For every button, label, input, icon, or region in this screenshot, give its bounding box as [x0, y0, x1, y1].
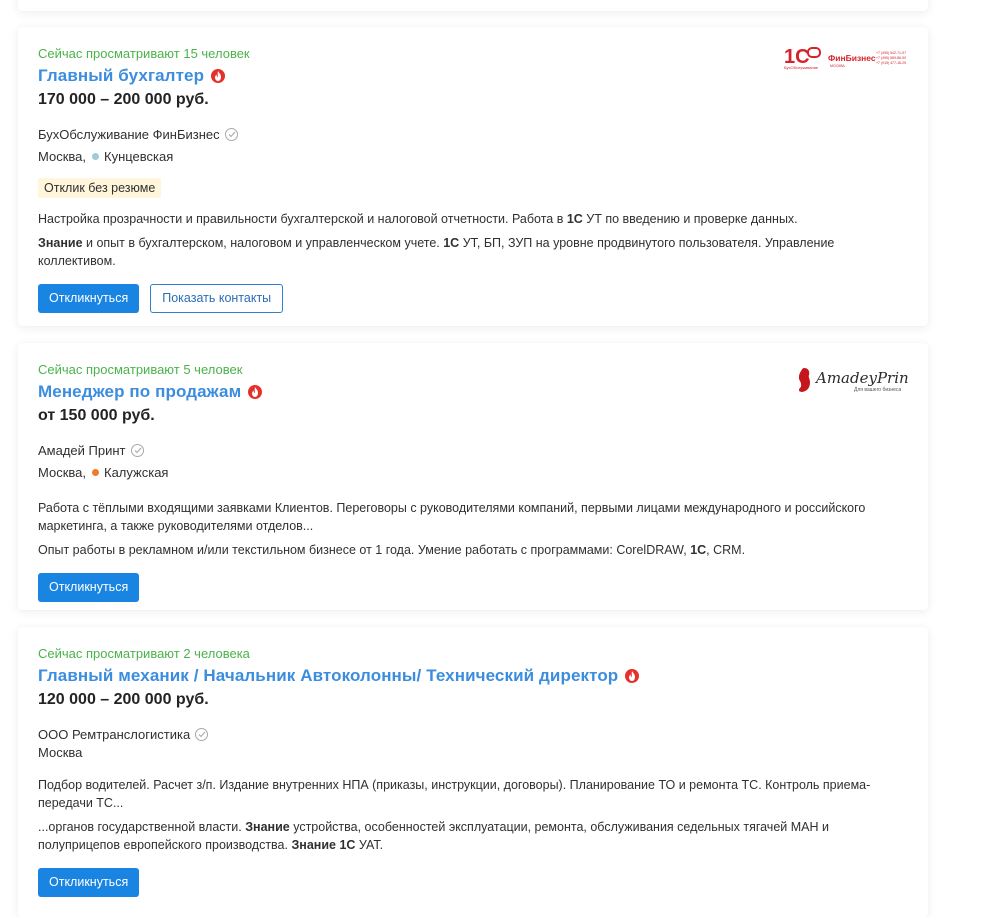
vacancy-card: Сейчас просматривают 15 человек Главный … — [18, 27, 928, 326]
fire-icon — [211, 69, 226, 83]
city: Москва, — [38, 149, 86, 164]
description-requirement: ...органов государственной власти. Знани… — [38, 820, 829, 852]
viewers-count: Сейчас просматривают 2 человека — [38, 646, 250, 661]
vacancy-title[interactable]: Менеджер по продажам — [38, 382, 241, 402]
respond-button[interactable]: Откликнуться — [38, 573, 140, 602]
show-contacts-button[interactable]: Показать контакты — [150, 284, 284, 313]
vacancy-description: Настройка прозрачности и правильности бу… — [38, 210, 908, 270]
svg-text:AmadeyPrint: AmadeyPrint — [814, 369, 908, 387]
description-responsibility: Работа с тёплыми входящими заявками Клие… — [38, 501, 866, 533]
svg-text:ФинБизнес: ФинБизнес — [828, 53, 876, 63]
viewers-count: Сейчас просматривают 5 человек — [38, 362, 243, 377]
verified-check-icon — [130, 444, 144, 457]
metro-station: Кунцевская — [104, 149, 174, 164]
svg-text:Для вашего бизнеса: Для вашего бизнеса — [854, 387, 901, 393]
company-name[interactable]: Амадей Принт — [38, 443, 126, 458]
description-requirement: Опыт работы в рекламном и/или текстильно… — [38, 543, 746, 557]
respond-button[interactable]: Откликнуться — [38, 868, 140, 897]
svg-text:БухОбслуживание: БухОбслуживание — [784, 65, 819, 70]
metro-dot-icon — [92, 469, 99, 476]
svg-text:+7 (495) 542-71-97: +7 (495) 542-71-97 — [876, 51, 906, 55]
fire-icon — [248, 385, 263, 399]
svg-text:МОСКВА: МОСКВА — [830, 64, 845, 68]
company-logo[interactable]: 1С БухОбслуживание ФинБизнес МОСКВА +7 (… — [784, 44, 908, 75]
metro-dot-icon — [92, 153, 99, 160]
city: Москва — [38, 745, 83, 760]
previous-vacancy-card — [18, 0, 928, 11]
description-requirement: Знание и опыт в бухгалтерском, налоговом… — [38, 236, 835, 268]
company-logo[interactable]: AmadeyPrint Для вашего бизнеса — [796, 365, 916, 400]
vacancy-description: Работа с тёплыми входящими заявками Клие… — [38, 499, 908, 559]
respond-button[interactable]: Откликнуться — [38, 284, 140, 313]
no-resume-badge: Отклик без резюме — [38, 178, 162, 198]
company-name[interactable]: БухОбслуживание ФинБизнес — [38, 127, 220, 142]
metro-station: Калужская — [104, 465, 169, 480]
salary: от 150 000 руб. — [38, 407, 155, 424]
vacancy-card: Сейчас просматривают 2 человека Главный … — [18, 627, 928, 917]
vacancy-title[interactable]: Главный механик / Начальник Автоколонны/… — [38, 666, 618, 686]
vacancy-card: Сейчас просматривают 5 человек Менеджер … — [18, 343, 928, 610]
vacancy-title[interactable]: Главный бухгалтер — [38, 66, 204, 86]
description-responsibility: Подбор водителей. Расчет з/п. Издание вн… — [38, 778, 871, 810]
city: Москва, — [38, 465, 86, 480]
verified-check-icon — [224, 128, 238, 141]
salary: 170 000 – 200 000 руб. — [38, 91, 209, 108]
salary: 120 000 – 200 000 руб. — [38, 691, 209, 708]
description-responsibility: Настройка прозрачности и правильности бу… — [38, 212, 798, 226]
svg-text:+7 (915) 477-18-25: +7 (915) 477-18-25 — [876, 61, 906, 65]
company-name[interactable]: ООО Ремтранслогистика — [38, 727, 190, 742]
verified-check-icon — [195, 728, 209, 741]
vacancy-description: Подбор водителей. Расчет з/п. Издание вн… — [38, 776, 908, 854]
fire-icon — [625, 669, 640, 683]
svg-text:+7 (495) 589-86-90: +7 (495) 589-86-90 — [876, 56, 906, 60]
viewers-count: Сейчас просматривают 15 человек — [38, 46, 250, 61]
